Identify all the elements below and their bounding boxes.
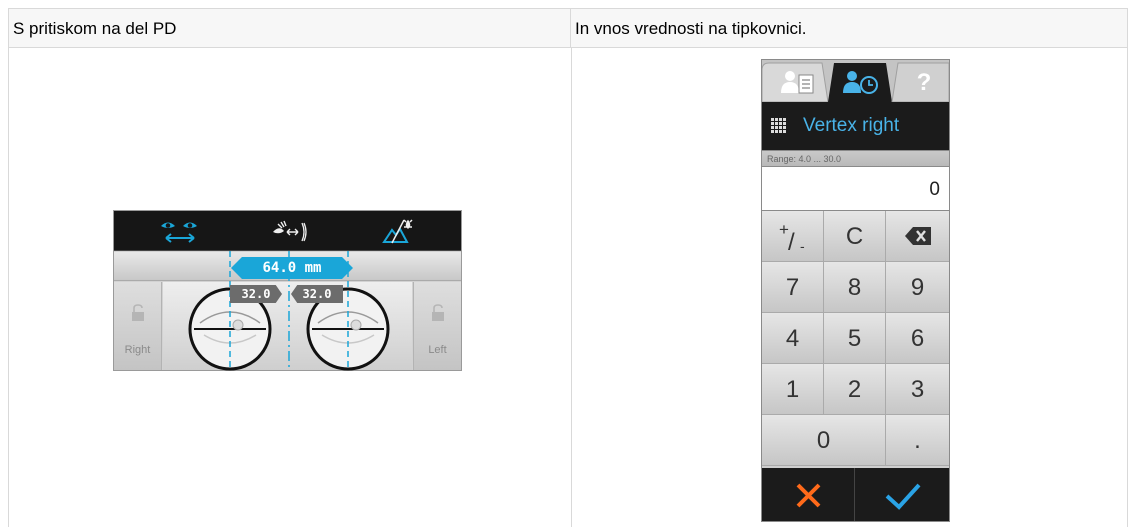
cancel-x-icon xyxy=(796,483,821,508)
key-sign[interactable]: + / - xyxy=(762,211,824,262)
key-5[interactable]: 5 xyxy=(824,313,886,364)
table-border-middle xyxy=(571,48,572,527)
key-2[interactable]: 2 xyxy=(824,364,886,415)
pd-left-value[interactable]: 32.0 xyxy=(291,285,343,303)
table-header-right: In vnos vrednosti na tipkovnici. xyxy=(571,9,1128,48)
plus-minus-icon: + / - xyxy=(779,220,805,256)
pd-total-value[interactable]: 64.0 mm xyxy=(231,257,353,279)
key-0[interactable]: 0 xyxy=(762,415,886,466)
keypad-header: Vertex right xyxy=(762,102,949,150)
key-3[interactable]: 3 xyxy=(886,364,949,415)
backspace-icon xyxy=(904,227,931,245)
key-8[interactable]: 8 xyxy=(824,262,886,313)
pd-lens-overlay xyxy=(188,251,390,371)
keypad-title: Vertex right xyxy=(803,115,900,136)
key-clear[interactable]: C xyxy=(824,211,886,262)
key-backspace[interactable] xyxy=(886,211,949,262)
confirm-button[interactable] xyxy=(856,468,949,521)
key-9[interactable]: 9 xyxy=(886,262,949,313)
keypad-grid-icon xyxy=(771,118,786,133)
key-4[interactable]: 4 xyxy=(762,313,824,364)
pd-panel: Right Left 64.0 mm 32.0 32.0 xyxy=(113,210,462,371)
keypad-action-bar xyxy=(762,468,949,521)
key-6[interactable]: 6 xyxy=(886,313,949,364)
tab-history-icon[interactable] xyxy=(842,69,880,95)
svg-text:-: - xyxy=(800,238,805,254)
cancel-button[interactable] xyxy=(762,468,855,521)
checkmark-icon xyxy=(885,483,921,510)
key-1[interactable]: 1 xyxy=(762,364,824,415)
table-header-left: S pritiskom na del PD xyxy=(8,9,571,48)
key-dot[interactable]: . xyxy=(886,415,949,466)
svg-text:/: / xyxy=(788,229,795,256)
key-7[interactable]: 7 xyxy=(762,262,824,313)
table-border-left xyxy=(8,48,9,527)
tab-customer-data-icon[interactable] xyxy=(780,69,816,95)
keypad-panel: ? Vertex right Range: 4.0 ... 30.0 0 + /… xyxy=(761,59,950,522)
svg-text:?: ? xyxy=(917,69,932,95)
table-border-right xyxy=(1127,48,1128,527)
keypad-tab-bar: ? xyxy=(762,60,949,102)
tab-help-icon[interactable]: ? xyxy=(914,67,934,95)
keypad-range: Range: 4.0 ... 30.0 xyxy=(762,150,949,166)
keypad-display[interactable]: 0 xyxy=(762,166,949,211)
pd-right-value[interactable]: 32.0 xyxy=(230,285,282,303)
